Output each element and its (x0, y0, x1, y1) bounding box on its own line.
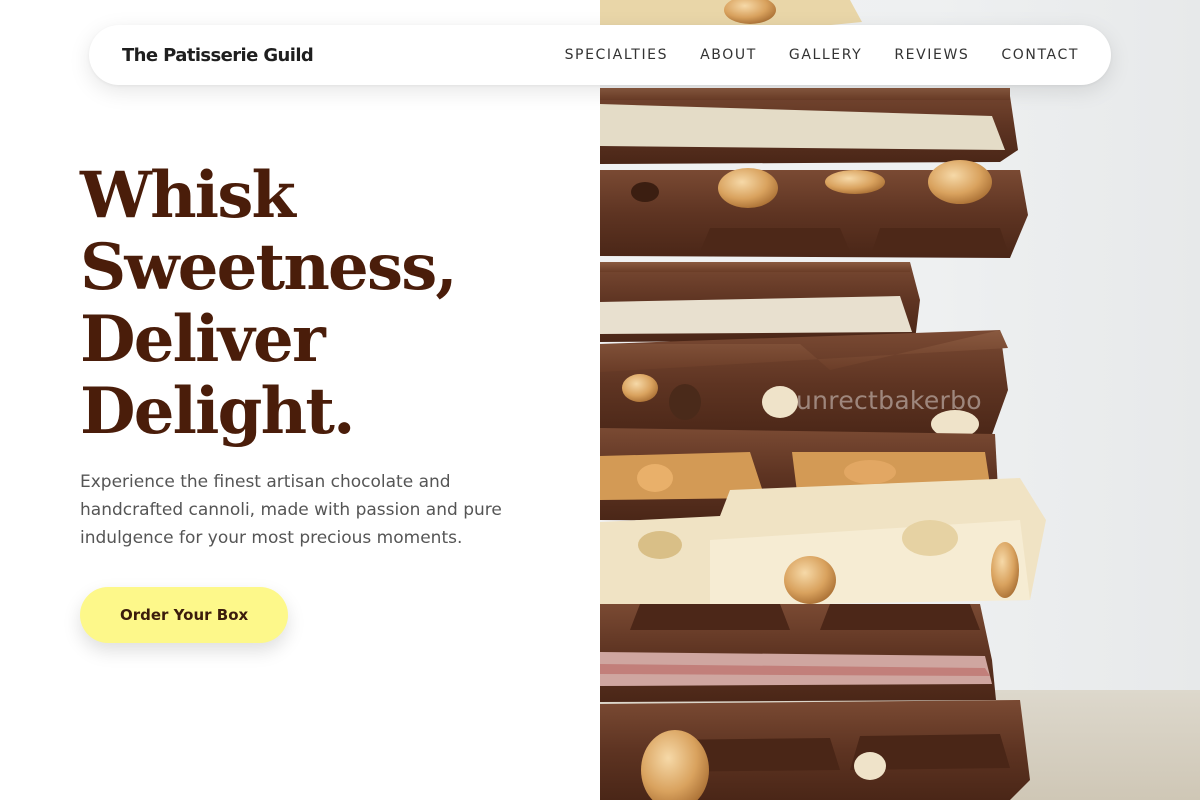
headline-line-4: Delight. (80, 374, 355, 449)
brand-logo[interactable]: The Patisserie Guild (122, 45, 314, 66)
headline-line-1: Whisk (80, 158, 296, 233)
image-watermark: unrectbakerbo (796, 386, 982, 415)
hero-headline: Whisk Sweetness, Deliver Delight. (80, 160, 580, 448)
hero-section: Whisk Sweetness, Deliver Delight. Experi… (80, 160, 580, 643)
nav-link-reviews[interactable]: REVIEWS (894, 47, 969, 63)
headline-line-2: Sweetness, (80, 230, 458, 305)
hero-description: Experience the finest artisan chocolate … (80, 472, 502, 548)
nav-link-about[interactable]: ABOUT (700, 47, 757, 63)
nav-link-gallery[interactable]: GALLERY (789, 47, 862, 63)
nav-link-specialties[interactable]: SPECIALTIES (565, 47, 669, 63)
primary-nav: SPECIALTIES ABOUT GALLERY REVIEWS CONTAC… (565, 47, 1079, 63)
hero-image: unrectbakerbo (600, 0, 1200, 800)
order-box-button[interactable]: Order Your Box (80, 587, 289, 643)
top-navbar: The Patisserie Guild SPECIALTIES ABOUT G… (89, 25, 1111, 85)
nav-link-contact[interactable]: CONTACT (1001, 47, 1079, 63)
headline-line-3: Deliver (80, 302, 326, 377)
